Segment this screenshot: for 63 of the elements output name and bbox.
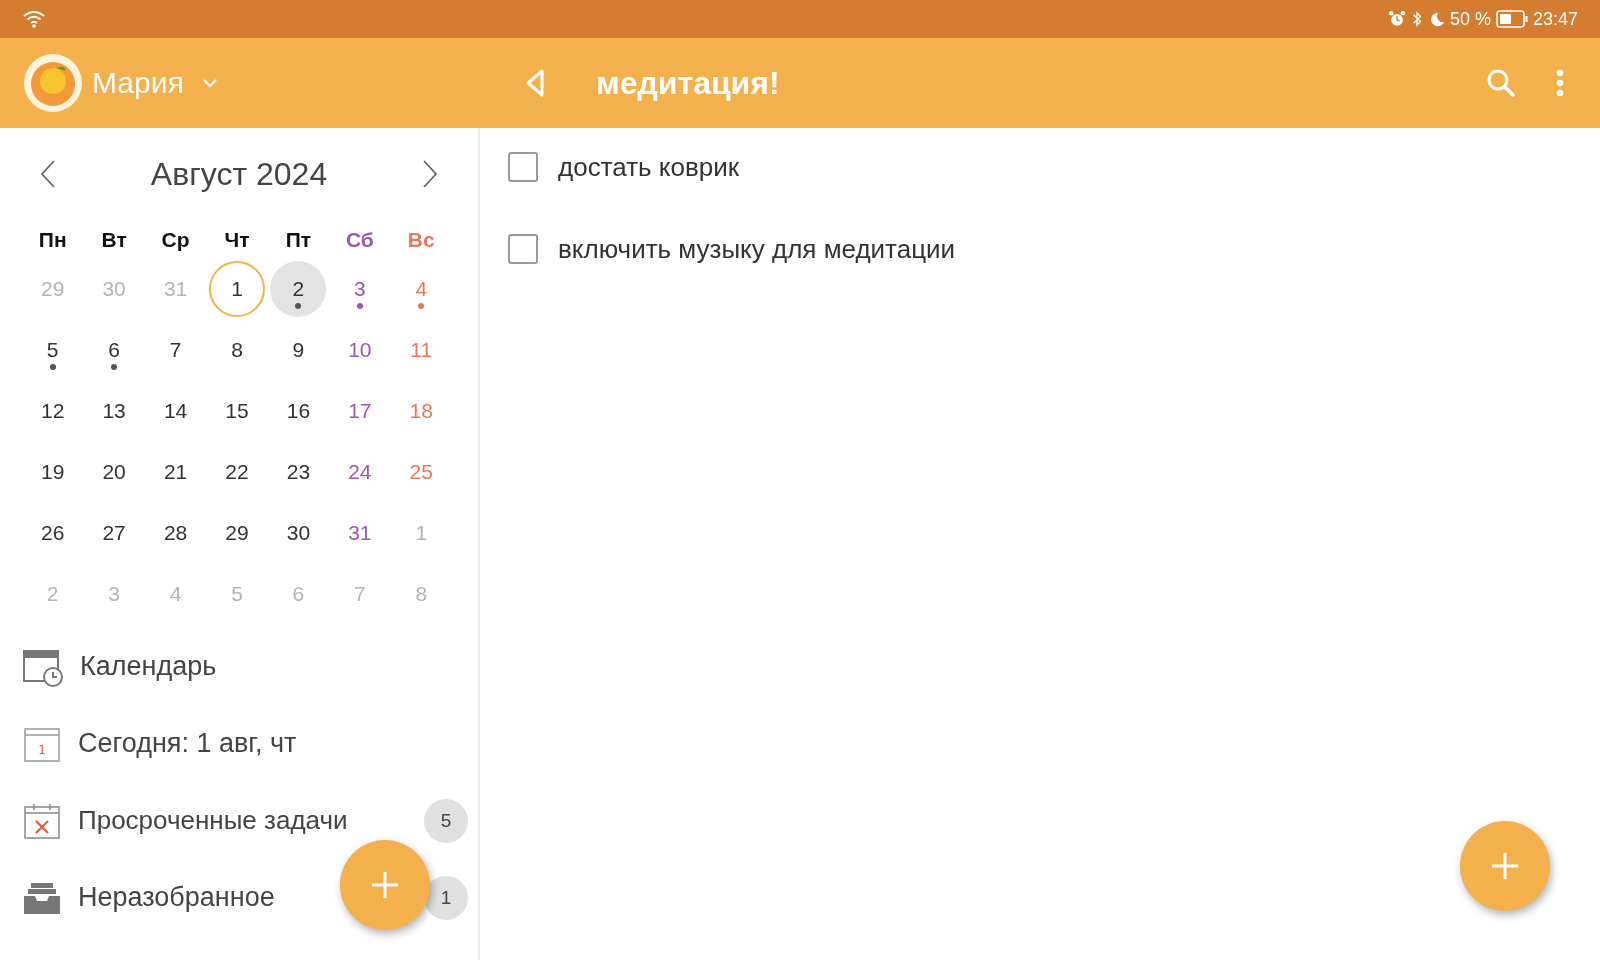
clock-time: 23:47 (1532, 8, 1578, 30)
back-button[interactable] (524, 68, 546, 98)
calendar-day[interactable]: 7 (147, 321, 204, 378)
bluetooth-icon (1410, 10, 1423, 28)
battery-icon (1495, 10, 1528, 28)
search-button[interactable] (1486, 68, 1516, 98)
previous-month-button[interactable] (40, 159, 56, 189)
calendar-day[interactable]: 16 (270, 382, 327, 439)
calendar-day[interactable]: 5 (24, 321, 81, 378)
calendar-day[interactable]: 8 (209, 321, 265, 378)
more-menu-button[interactable] (1556, 68, 1564, 98)
battery-percent: 50 % (1449, 8, 1491, 30)
sidebar-item[interactable]: Просроченные задачи (78, 805, 348, 836)
plus-icon (370, 870, 400, 900)
plus-icon (1490, 851, 1520, 881)
calendar-day[interactable]: 26 (24, 504, 81, 561)
calendar-day[interactable]: 3 (331, 260, 388, 317)
sidebar-item[interactable]: Сегодня: 1 авг, чт (78, 728, 297, 759)
add-task-button[interactable] (1460, 821, 1550, 911)
calendar-day[interactable]: 17 (331, 382, 388, 439)
list-title: медитация! (596, 64, 780, 102)
chevron-down-icon (201, 78, 218, 88)
month-title: Август 2024 (150, 155, 328, 193)
avatar-icon (24, 54, 82, 112)
task-checkbox[interactable] (508, 234, 538, 264)
calendar-day[interactable]: 31 (331, 504, 388, 561)
calendar-day[interactable]: 24 (331, 443, 388, 500)
calendar-day[interactable]: 15 (209, 382, 265, 439)
wifi-icon (22, 9, 46, 29)
calendar-day[interactable]: 20 (86, 443, 143, 500)
count-badge: 1 (424, 875, 468, 920)
calendar-day[interactable]: 10 (331, 321, 388, 378)
task-title[interactable]: достать коврик (558, 151, 740, 183)
calendar-day[interactable]: 28 (147, 504, 204, 561)
weekday-label: Чт (224, 227, 250, 253)
weekday-label: Пн (38, 227, 67, 253)
calendar-day[interactable]: 22 (209, 443, 265, 500)
calendar-day[interactable]: 21 (147, 443, 204, 500)
calendar-day[interactable]: 2 (270, 260, 327, 317)
calendar-day[interactable]: 13 (86, 382, 143, 439)
alarm-icon (1387, 10, 1406, 28)
calendar-day[interactable]: 30 (270, 504, 327, 561)
calendar-day[interactable]: 29 (209, 504, 265, 561)
sidebar-item[interactable]: Неразобранное (78, 882, 275, 913)
weekday-label: Сб (345, 227, 374, 253)
task-title[interactable]: включить музыку для медитации (558, 233, 956, 265)
calendar-day[interactable]: 6 (86, 321, 143, 378)
weekday-label: Пт (285, 227, 312, 253)
add-button[interactable] (340, 840, 430, 930)
task-checkbox[interactable] (508, 152, 538, 182)
calendar-day[interactable]: 9 (270, 321, 327, 378)
next-month-button[interactable] (422, 159, 438, 189)
weekday-label: Вт (101, 227, 127, 253)
weekday-label: Вс (407, 227, 435, 253)
calendar-day[interactable]: 14 (147, 382, 204, 439)
weekday-label: Ср (161, 227, 190, 253)
calendar-day[interactable]: 27 (86, 504, 143, 561)
calendar-day[interactable]: 1 (209, 260, 265, 317)
count-badge: 5 (424, 798, 468, 843)
calendar-day[interactable]: 19 (24, 443, 81, 500)
calendar-day[interactable]: 23 (270, 443, 327, 500)
calendar-day[interactable]: 12 (24, 382, 81, 439)
sidebar-item[interactable]: Календарь (80, 651, 217, 682)
